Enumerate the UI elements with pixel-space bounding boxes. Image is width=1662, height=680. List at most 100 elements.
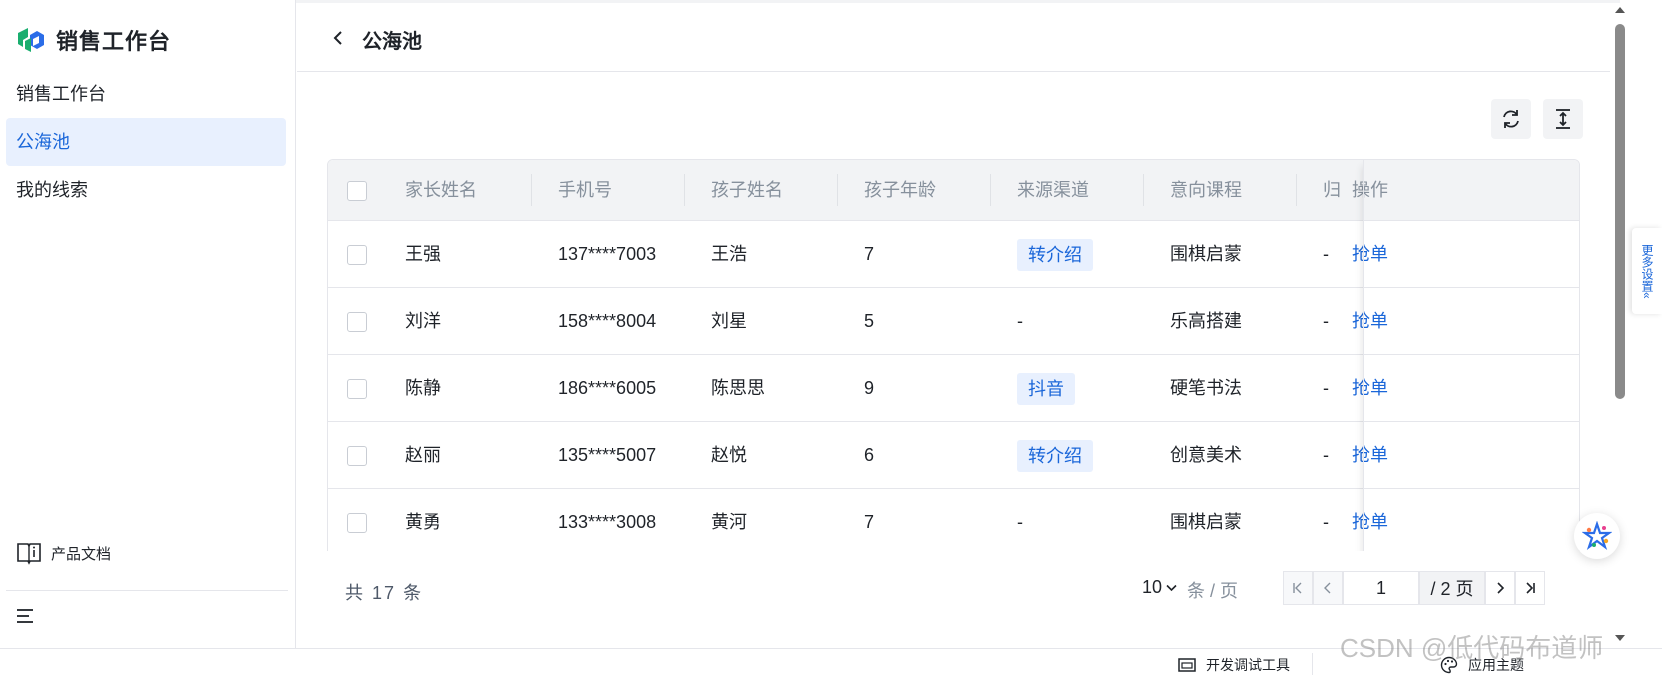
sidebar: 销售工作台 销售工作台 公海池 我的线索 产品文档 xyxy=(0,0,296,648)
total-prefix: 共 xyxy=(345,583,365,603)
column-separator[interactable] xyxy=(837,174,838,206)
column-header-child-name[interactable]: 孩子姓名 xyxy=(711,160,783,221)
row-checkbox[interactable] xyxy=(347,245,367,265)
grab-lead-button[interactable]: 抢单 xyxy=(1352,422,1388,488)
grab-lead-button[interactable]: 抢单 xyxy=(1352,489,1388,555)
column-separator[interactable] xyxy=(531,174,532,206)
column-header-parent-name[interactable]: 家长姓名 xyxy=(405,160,477,221)
cell-phone: 137****7003 xyxy=(558,244,657,264)
column-separator[interactable] xyxy=(1296,174,1297,206)
grab-lead-button[interactable]: 抢单 xyxy=(1352,288,1388,354)
main-content: 公海池 家长姓名 手机号 孩子姓名 孩子年龄 来源渠道 意向课程 归 操作 王强… xyxy=(297,3,1610,648)
total-pages-label: / 2 页 xyxy=(1419,571,1485,605)
cell-truncated: - xyxy=(1323,378,1329,398)
bottom-separator xyxy=(1312,653,1313,675)
cell-parent-name: 陈静 xyxy=(405,378,441,398)
row-checkbox[interactable] xyxy=(347,513,367,533)
last-page-icon xyxy=(1526,582,1535,594)
brand[interactable]: 销售工作台 xyxy=(16,24,171,56)
cell-child-age: 5 xyxy=(864,311,875,331)
refresh-icon xyxy=(1503,110,1519,128)
last-page-button[interactable] xyxy=(1515,571,1545,605)
sidebar-item-public-pool[interactable]: 公海池 xyxy=(6,118,286,166)
prev-page-button[interactable] xyxy=(1313,571,1343,605)
cell-parent-name: 赵丽 xyxy=(405,445,441,465)
first-page-icon xyxy=(1293,582,1302,594)
cell-parent-name: 王强 xyxy=(405,244,441,264)
column-separator[interactable] xyxy=(1143,174,1144,206)
scrollbar-thumb[interactable] xyxy=(1615,24,1625,399)
cell-parent-name: 黄勇 xyxy=(405,512,441,532)
select-all-checkbox[interactable] xyxy=(347,181,367,201)
cell-course: 硬笔书法 xyxy=(1170,378,1242,398)
scroll-up-icon[interactable] xyxy=(1614,6,1626,14)
page-number-input[interactable]: 1 xyxy=(1343,571,1419,605)
cell-truncated: - xyxy=(1323,311,1329,331)
ai-assistant-icon xyxy=(1582,521,1612,550)
refresh-button[interactable] xyxy=(1491,99,1531,139)
brand-logo-icon xyxy=(18,28,44,52)
ai-assistant-button[interactable] xyxy=(1574,513,1620,559)
cell-child-age: 6 xyxy=(864,445,875,465)
sidebar-nav: 销售工作台 公海池 我的线索 xyxy=(6,70,286,214)
back-icon[interactable] xyxy=(331,30,345,46)
row-height-button[interactable] xyxy=(1543,99,1583,139)
cell-child-age: 9 xyxy=(864,378,875,398)
page-header: 公海池 xyxy=(297,3,1610,72)
first-page-button[interactable] xyxy=(1283,571,1313,605)
row-height-icon xyxy=(1556,109,1570,129)
column-header-intended-course[interactable]: 意向课程 xyxy=(1170,160,1242,221)
table-row: 黄勇 133****3008 黄河 7 - 围棋启蒙 - 抢单 xyxy=(328,489,1579,556)
column-separator[interactable] xyxy=(990,174,991,206)
book-icon xyxy=(17,543,41,565)
table-header: 家长姓名 手机号 孩子姓名 孩子年龄 来源渠道 意向课程 归 操作 xyxy=(328,160,1579,221)
cell-child-name: 王浩 xyxy=(711,244,747,264)
total-count: 共 17 条 xyxy=(345,579,423,605)
leads-table: 家长姓名 手机号 孩子姓名 孩子年龄 来源渠道 意向课程 归 操作 王强 137… xyxy=(327,159,1580,574)
column-header-phone[interactable]: 手机号 xyxy=(558,160,612,221)
cell-child-name: 陈思思 xyxy=(711,378,765,398)
cell-truncated: - xyxy=(1323,244,1329,264)
dev-tools-icon xyxy=(1178,658,1196,672)
sidebar-item-my-leads[interactable]: 我的线索 xyxy=(6,166,286,214)
cell-course: 创意美术 xyxy=(1170,445,1242,465)
grab-lead-button[interactable]: 抢单 xyxy=(1352,355,1388,421)
vertical-scrollbar[interactable] xyxy=(1612,0,1632,648)
row-checkbox[interactable] xyxy=(347,446,367,466)
total-number: 17 xyxy=(372,583,397,603)
cell-course: 围棋启蒙 xyxy=(1170,512,1242,532)
cell-source: - xyxy=(1017,512,1023,532)
total-suffix: 条 xyxy=(403,583,424,603)
more-settings-tab[interactable]: 更多设置« xyxy=(1632,228,1662,314)
cell-child-name: 刘星 xyxy=(711,311,747,331)
dev-tools-button[interactable]: 开发调试工具 xyxy=(1178,655,1290,675)
chevron-right-icon xyxy=(1497,582,1505,594)
cell-truncated: - xyxy=(1323,512,1329,532)
table-row: 陈静 186****6005 陈思思 9 抖音 硬笔书法 - 抢单 xyxy=(328,355,1579,422)
table-row: 王强 137****7003 王浩 7 转介绍 围棋启蒙 - 抢单 xyxy=(328,221,1579,288)
sidebar-divider xyxy=(6,590,288,591)
cell-child-age: 7 xyxy=(864,512,875,532)
next-page-button[interactable] xyxy=(1485,571,1515,605)
product-docs-label: 产品文档 xyxy=(51,545,112,563)
menu-collapse-icon[interactable] xyxy=(16,606,36,626)
row-checkbox[interactable] xyxy=(347,379,367,399)
scroll-down-icon[interactable] xyxy=(1614,634,1626,642)
column-header-child-age[interactable]: 孩子年龄 xyxy=(864,160,936,221)
brand-title: 销售工作台 xyxy=(56,29,172,54)
column-separator[interactable] xyxy=(684,174,685,206)
page-size-select[interactable]: 10 xyxy=(1142,577,1177,598)
cell-child-name: 黄河 xyxy=(711,512,747,532)
sidebar-item-sales-workbench[interactable]: 销售工作台 xyxy=(6,70,286,118)
cell-child-age: 7 xyxy=(864,244,875,264)
row-checkbox[interactable] xyxy=(347,312,367,332)
column-header-source-channel[interactable]: 来源渠道 xyxy=(1017,160,1089,221)
product-docs-link[interactable]: 产品文档 xyxy=(16,541,111,565)
grab-lead-button[interactable]: 抢单 xyxy=(1352,221,1388,287)
source-tag: 抖音 xyxy=(1017,373,1075,406)
dev-tools-label: 开发调试工具 xyxy=(1206,657,1290,673)
cell-course: 围棋启蒙 xyxy=(1170,244,1242,264)
cell-phone: 135****5007 xyxy=(558,445,657,465)
app-root: 销售工作台 销售工作台 公海池 我的线索 产品文档 公海池 家长姓名 手机号 孩… xyxy=(0,0,1662,680)
csdn-watermark: CSDN @低代码布道师 xyxy=(1340,633,1604,663)
